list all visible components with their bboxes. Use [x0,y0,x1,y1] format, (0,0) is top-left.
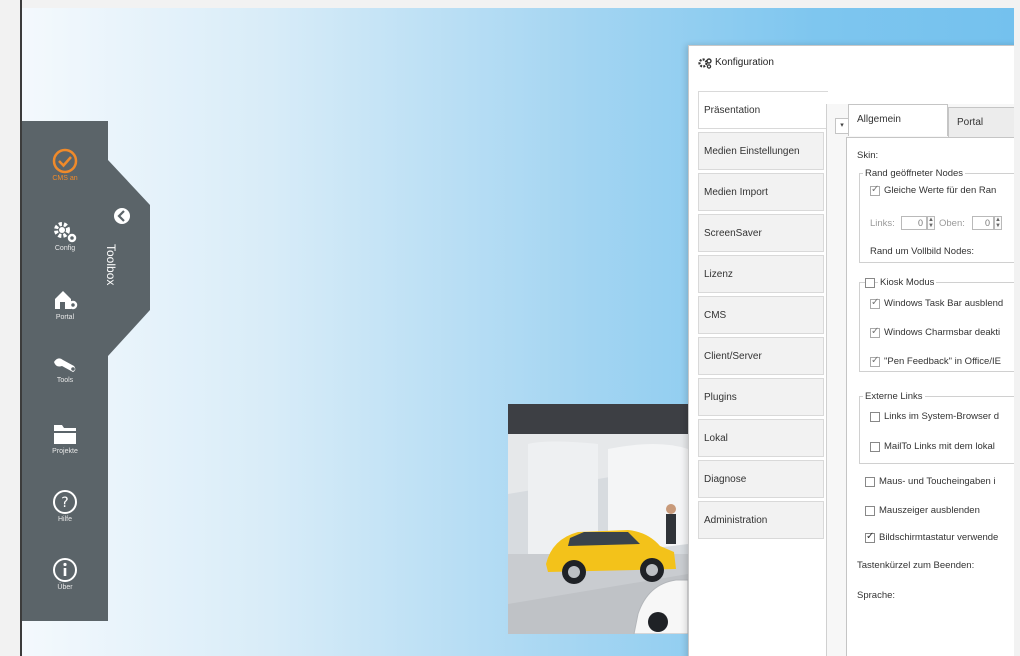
externe-links-group [859,396,1014,464]
sidebar-item-label: Config [54,245,76,252]
charmsbar-label: Windows Charmsbar deakti [884,327,1001,338]
charmsbar-checkbox[interactable] [870,326,880,338]
sidebar-item-label: Projekte [52,448,78,455]
sidebar-item-label: CMS an [52,175,78,182]
tab-portal[interactable]: Portal [948,107,1014,137]
sidebar-item-projekte[interactable]: Projekte [22,421,108,455]
house-gear-icon [55,291,78,310]
wrench-icon [54,358,76,372]
tastenkuerzel-label: Tastenkürzel zum Beenden: [857,560,975,571]
toolbox-label: Toolbox [104,244,118,286]
sidebar-item-label: Tools [56,377,74,384]
check-circle-icon [52,148,78,174]
gears-icon [698,58,712,69]
nav-medien-einstellungen[interactable]: Medien Einstellungen [698,132,824,170]
rand-vollbild-label: Rand um Vollbild Nodes: [870,246,975,257]
sidebar-item-label: Portal [55,314,75,321]
rand-group-title: Rand geöffneter Nodes [863,168,966,179]
nav-screensaver[interactable]: ScreenSaver [698,214,824,252]
maus-touch-checkbox[interactable] [865,477,875,487]
sidebar-item-tools[interactable]: Tools [22,354,108,384]
nav-lokal[interactable]: Lokal [698,419,824,457]
question-circle-icon: ? [53,490,77,514]
info-circle-icon [53,558,77,582]
pen-feedback-checkbox[interactable] [870,355,880,367]
mailto-checkbox[interactable] [870,442,880,452]
nav-cms[interactable]: CMS [698,296,824,334]
nav-praesentation[interactable]: Präsentation [698,91,828,129]
links-input[interactable]: 0 [901,216,927,230]
folder-icon [54,425,76,444]
nav-client-server[interactable]: Client/Server [698,337,824,375]
svg-text:?: ? [61,495,68,511]
nav-plugins[interactable]: Plugins [698,378,824,416]
links-system-checkbox[interactable] [870,412,880,422]
sidebar-item-ueber[interactable]: Über [22,557,108,591]
mauszeiger-checkbox[interactable] [865,506,875,516]
sidebar-item-label: Hilfe [57,516,72,523]
sidebar-item-hilfe[interactable]: ? Hilfe [22,489,108,523]
dialog-title: Konfiguration [715,57,774,68]
sidebar-item-portal[interactable]: Portal [22,287,108,321]
nav-administration[interactable]: Administration [698,501,824,539]
sidebar-item-cms-an[interactable]: CMS an [22,148,108,182]
gleiche-werte-checkbox[interactable] [870,184,880,196]
oben-label: Oben: [939,218,965,229]
mauszeiger-label: Mauszeiger ausblenden [879,505,980,516]
sprache-label: Sprache: [857,590,896,601]
externe-links-title: Externe Links [863,391,925,402]
links-system-label: Links im System-Browser d [884,411,1000,422]
bildschirmtastatur-checkbox[interactable] [865,531,875,543]
taskbar-label: Windows Task Bar ausblend [884,298,1004,309]
monitor-frame-left [0,0,22,656]
pen-feedback-label: "Pen Feedback" in Office/IE [884,356,1001,367]
mailto-label: MailTo Links mit dem lokal [884,441,995,452]
links-spinner[interactable]: ▲ ▼ [927,216,935,230]
oben-input[interactable]: 0 [972,216,994,230]
links-label: Links: [870,218,895,229]
desktop-background: CMS an Config Portal Tools Projekte ? Hi… [22,8,1014,656]
nav-diagnose[interactable]: Diagnose [698,460,824,498]
nav-medien-import[interactable]: Medien Import [698,173,824,211]
taskbar-checkbox[interactable] [870,297,880,309]
chevron-left-icon[interactable] [114,208,130,224]
kiosk-label: Kiosk Modus [878,277,937,288]
monitor-frame-top [0,0,1020,8]
sidebar-item-label: Über [57,584,73,591]
maus-touch-label: Maus- und Toucheingaben i [879,476,996,487]
gleiche-werte-label: Gleiche Werte für den Ran [884,185,997,196]
tab-scroll-dropdown[interactable]: ▾ [835,118,849,134]
toolbox-sidebar: CMS an Config Portal Tools Projekte ? Hi… [22,121,108,621]
configuration-dialog: Konfiguration Präsentation Medien Einste… [688,45,1014,656]
bildschirmtastatur-label: Bildschirmtastatur verwende [879,532,999,543]
gears-icon [54,222,77,243]
nav-lizenz[interactable]: Lizenz [698,255,824,293]
showroom-car-image [508,404,688,634]
skin-label: Skin: [857,150,879,161]
monitor-frame-right [1014,0,1020,656]
kiosk-checkbox[interactable] [865,278,875,288]
sidebar-item-config[interactable]: Config [22,220,108,252]
oben-spinner[interactable]: ▲ ▼ [994,216,1002,230]
tab-allgemein[interactable]: Allgemein [848,104,948,136]
